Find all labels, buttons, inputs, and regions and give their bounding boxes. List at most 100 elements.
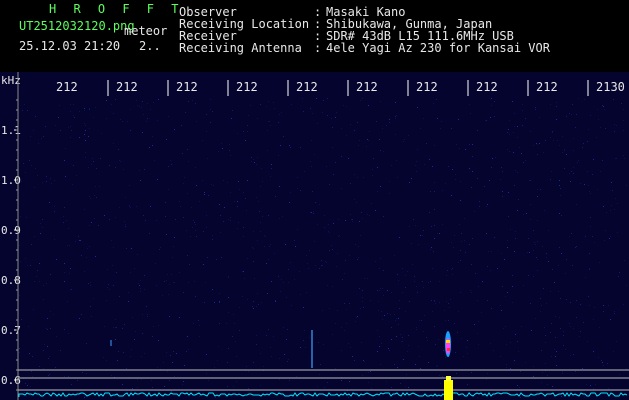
noise-speckle: [623, 120, 624, 121]
noise-speckle: [472, 156, 473, 157]
noise-speckle: [341, 188, 342, 189]
noise-speckle: [132, 388, 133, 389]
noise-speckle: [354, 199, 355, 200]
noise-speckle: [348, 343, 349, 344]
noise-speckle: [89, 225, 90, 226]
noise-speckle: [157, 367, 158, 368]
noise-speckle: [260, 231, 261, 232]
noise-speckle: [583, 143, 584, 144]
noise-speckle: [94, 195, 95, 196]
noise-speckle: [140, 288, 141, 289]
noise-speckle: [64, 281, 65, 282]
noise-speckle: [621, 103, 622, 104]
noise-speckle: [128, 301, 129, 302]
noise-speckle: [275, 300, 276, 301]
noise-speckle: [270, 176, 271, 177]
noise-speckle: [319, 268, 320, 269]
noise-speckle: [408, 345, 409, 346]
noise-speckle: [448, 303, 449, 304]
noise-speckle: [497, 268, 498, 269]
noise-speckle: [317, 224, 318, 225]
noise-speckle: [151, 380, 152, 381]
noise-speckle: [562, 136, 563, 137]
noise-speckle: [391, 292, 392, 293]
noise-speckle: [65, 176, 66, 177]
noise-speckle: [157, 120, 158, 121]
noise-speckle: [180, 206, 181, 207]
noise-speckle: [623, 304, 624, 305]
noise-speckle: [389, 181, 390, 182]
noise-speckle: [450, 299, 451, 300]
noise-speckle: [616, 125, 617, 126]
noise-speckle: [433, 103, 434, 104]
noise-speckle: [149, 147, 150, 148]
noise-speckle: [614, 311, 615, 312]
noise-speckle: [619, 374, 620, 375]
noise-speckle: [420, 235, 421, 236]
noise-speckle: [106, 100, 107, 101]
noise-speckle: [279, 186, 280, 187]
noise-speckle: [344, 273, 345, 274]
noise-speckle: [230, 220, 231, 221]
noise-speckle: [505, 296, 506, 297]
noise-speckle: [108, 284, 109, 285]
noise-speckle: [455, 352, 456, 353]
noise-speckle: [132, 317, 133, 318]
noise-speckle: [367, 214, 368, 215]
noise-speckle: [271, 281, 272, 282]
noise-speckle: [571, 114, 572, 115]
noise-speckle: [70, 126, 71, 127]
noise-speckle: [463, 356, 464, 357]
noise-speckle: [344, 330, 345, 331]
noise-speckle: [584, 397, 585, 398]
noise-speckle: [143, 114, 144, 115]
noise-speckle: [332, 127, 333, 128]
noise-speckle: [363, 177, 364, 178]
noise-speckle: [219, 301, 220, 302]
noise-speckle: [34, 236, 35, 237]
noise-speckle: [337, 253, 338, 254]
noise-speckle: [147, 314, 148, 315]
noise-speckle: [617, 203, 618, 204]
noise-speckle: [380, 186, 381, 187]
noise-speckle: [136, 206, 137, 207]
noise-speckle: [146, 306, 147, 307]
noise-speckle: [561, 396, 562, 397]
noise-speckle: [565, 273, 566, 274]
noise-speckle: [214, 367, 215, 368]
noise-speckle: [380, 101, 381, 102]
noise-speckle: [341, 327, 342, 328]
noise-speckle: [429, 159, 430, 160]
noise-speckle: [84, 209, 85, 210]
noise-speckle: [580, 304, 581, 305]
noise-speckle: [19, 352, 20, 353]
noise-speckle: [203, 231, 204, 232]
noise-speckle: [403, 359, 404, 360]
noise-speckle: [253, 362, 254, 363]
noise-speckle: [354, 130, 355, 131]
noise-speckle: [270, 244, 271, 245]
noise-speckle: [188, 101, 189, 102]
noise-speckle: [107, 287, 108, 288]
noise-speckle: [137, 387, 138, 388]
noise-speckle: [210, 109, 211, 110]
noise-speckle: [113, 247, 114, 248]
noise-speckle: [333, 223, 334, 224]
plot-background: [0, 72, 629, 400]
noise-speckle: [565, 349, 566, 350]
noise-speckle: [247, 131, 248, 132]
noise-speckle: [352, 221, 353, 222]
noise-speckle: [517, 137, 518, 138]
noise-speckle: [186, 230, 187, 231]
noise-speckle: [47, 329, 48, 330]
noise-speckle: [494, 116, 495, 117]
noise-speckle: [243, 236, 244, 237]
noise-speckle: [539, 117, 540, 118]
noise-speckle: [439, 302, 440, 303]
noise-speckle: [142, 101, 143, 102]
noise-speckle: [402, 268, 403, 269]
noise-speckle: [426, 143, 427, 144]
noise-speckle: [50, 274, 51, 275]
noise-speckle: [491, 251, 492, 252]
noise-speckle: [355, 244, 356, 245]
